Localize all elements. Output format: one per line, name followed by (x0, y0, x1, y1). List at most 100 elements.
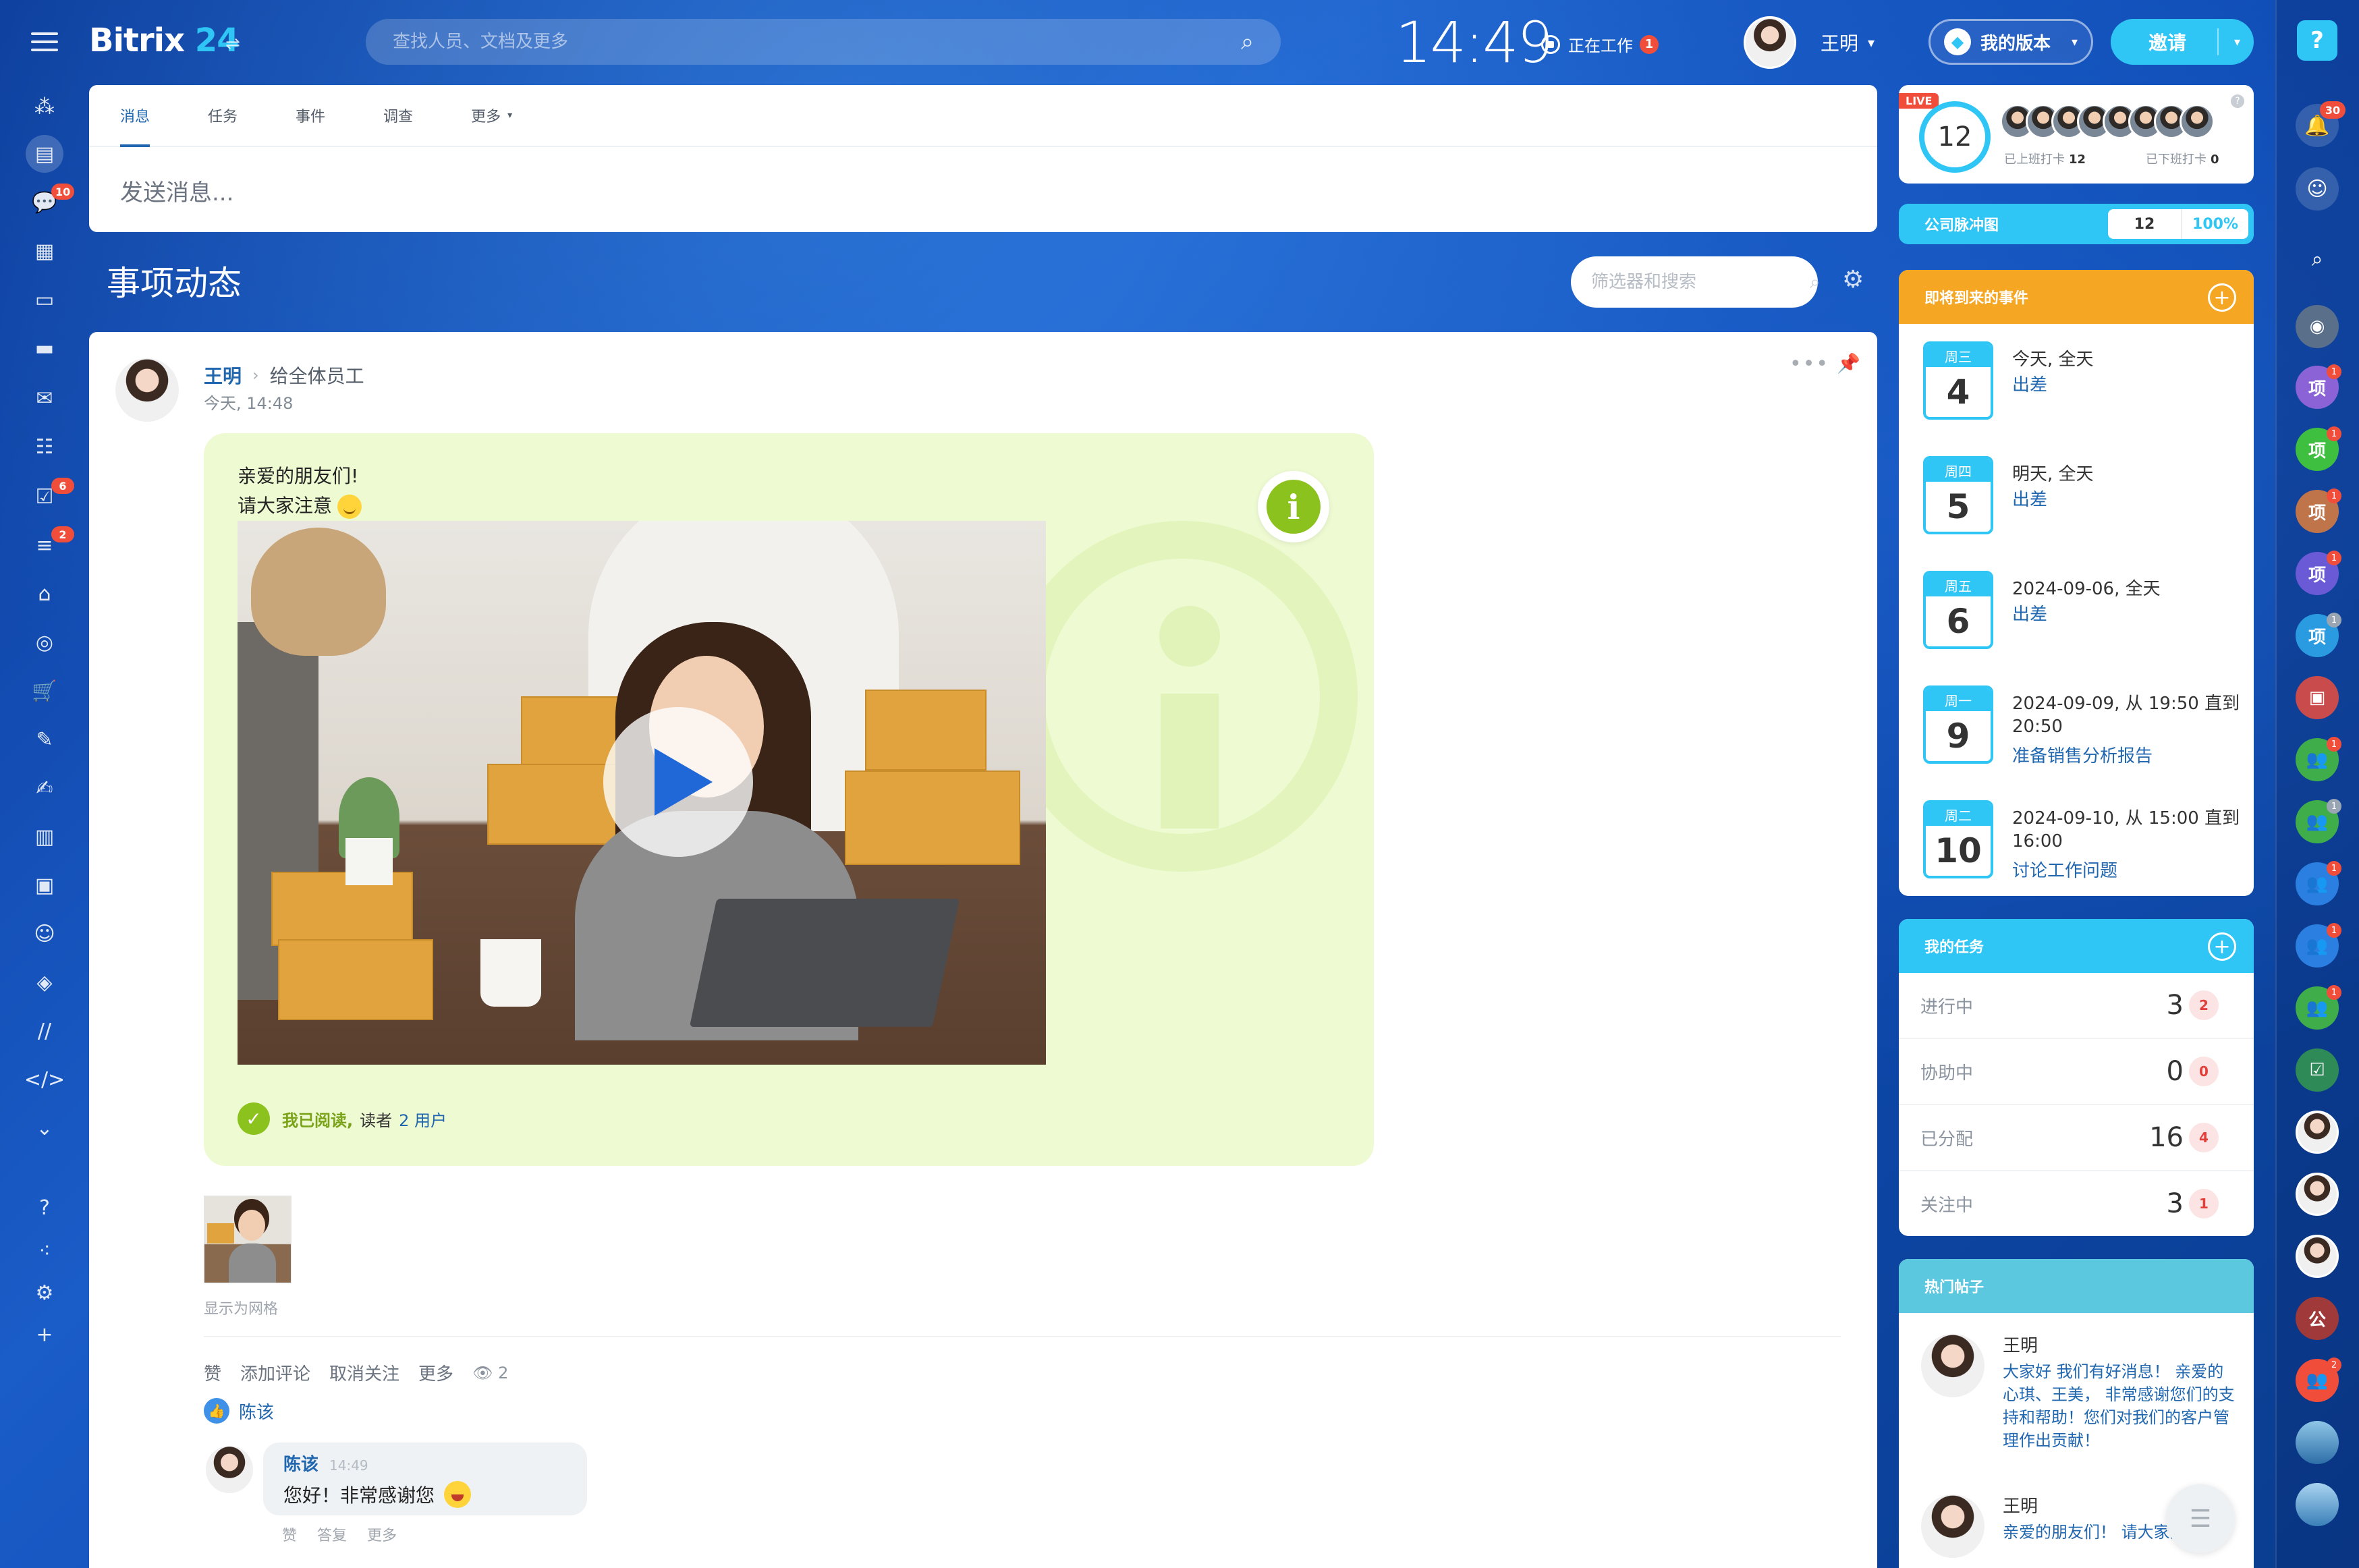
attached-image-thumbnail[interactable] (204, 1196, 292, 1283)
search-icon[interactable]: ⌕ (2296, 237, 2339, 281)
comment-more-button[interactable]: 更多 (367, 1523, 397, 1545)
video-player[interactable] (238, 521, 1046, 1065)
filter-input[interactable] (1591, 272, 1810, 292)
tab-poll[interactable]: 调查 (383, 85, 413, 146)
send-message-input[interactable]: 发送消息... (89, 147, 1877, 234)
tab-event[interactable]: 事件 (296, 85, 325, 146)
gear-icon[interactable]: ⚙ (1842, 266, 1864, 293)
play-icon[interactable] (603, 707, 753, 857)
help-icon[interactable]: ? (2231, 94, 2244, 108)
add-task-icon[interactable]: + (2208, 932, 2236, 961)
rail-help-icon[interactable]: ? (28, 1192, 61, 1224)
post-time[interactable]: 今天, 14:48 (204, 390, 293, 414)
task-row[interactable]: 已分配 16 4 (1899, 1105, 2254, 1171)
comment-like-button[interactable]: 赞 (282, 1523, 297, 1545)
chat-contact-card[interactable]: ▣ (2296, 676, 2339, 719)
post-excerpt[interactable]: 大家好 我们有好消息！ 亲爱的心琪、王美， 非常感谢您们的支持和帮助！您们对我们… (2003, 1360, 2236, 1452)
read-label[interactable]: 我已阅读, (282, 1107, 353, 1131)
liker-name[interactable]: 陈该 (239, 1399, 274, 1424)
more-icon[interactable]: ••• (1789, 352, 1829, 376)
comment-reply-button[interactable]: 答复 (317, 1523, 347, 1545)
rail-target-icon[interactable]: ◎ (28, 626, 61, 659)
widget-title[interactable]: 即将到来的事件 (1924, 286, 2028, 308)
messenger-icon[interactable]: ☺ (2296, 167, 2339, 211)
rail-hr-icon[interactable]: ▣ (28, 869, 61, 901)
tab-more[interactable]: 更多 ▾ (471, 85, 512, 146)
rail-network-icon[interactable]: ⁖ (28, 1235, 61, 1267)
readers-link[interactable]: 2 用户 (399, 1107, 447, 1131)
event-item[interactable]: 周五 6 2024-09-06, 全天 出差 (1899, 571, 2254, 679)
commenter-name[interactable]: 陈该 (283, 1455, 318, 1475)
task-row[interactable]: 进行中 3 2 (1899, 973, 2254, 1039)
check-icon[interactable]: ✓ (238, 1102, 270, 1135)
like-button[interactable]: 赞 (204, 1360, 221, 1385)
task-row[interactable]: 关注中 3 1 (1899, 1171, 2254, 1236)
pin-icon[interactable]: 📌 (1837, 352, 1860, 374)
widget-title[interactable]: 我的任务 (1924, 935, 1984, 957)
chat-avatar[interactable] (2296, 1173, 2339, 1216)
add-comment-button[interactable]: 添加评论 (240, 1360, 310, 1385)
rail-groups-icon[interactable]: ☷ (28, 430, 61, 463)
global-search[interactable]: ⌕ (366, 19, 1281, 65)
tab-task[interactable]: 任务 (208, 85, 238, 146)
chat-avatar[interactable] (2296, 1421, 2339, 1464)
event-title[interactable]: 出差 (2012, 600, 2047, 625)
chat-company[interactable]: 公 (2296, 1297, 2339, 1340)
event-title[interactable]: 准备销售分析报告 (2012, 742, 2153, 767)
rail-calendar-icon[interactable]: ▦ (28, 235, 61, 267)
author-avatar[interactable] (113, 356, 181, 424)
more-button[interactable]: 更多 (418, 1360, 453, 1385)
invite-button[interactable]: 邀请 ▾ (2111, 19, 2254, 65)
chat-avatar[interactable]: ◉ (2296, 305, 2339, 348)
rail-docs-icon[interactable]: ▭ (28, 283, 61, 316)
work-status[interactable]: 正在工作 1 (1541, 32, 1659, 56)
event-item[interactable]: 周四 5 明天, 全天 出差 (1899, 456, 2254, 564)
scroll-menu-icon[interactable]: ☰ (2166, 1484, 2235, 1553)
search-input[interactable] (393, 32, 1241, 52)
menu-burger-icon[interactable] (31, 32, 58, 54)
author-name[interactable]: 王明 (204, 362, 242, 389)
chat-avatar[interactable] (2296, 1483, 2339, 1526)
rail-collab-icon[interactable]: ⁂ (28, 90, 61, 123)
user-menu[interactable]: 王明 ▾ (1744, 16, 1875, 69)
rail-dev-icon[interactable]: </> (24, 1063, 65, 1096)
search-icon[interactable]: ⌕ (1241, 28, 1254, 55)
rail-sign-icon[interactable]: ✍ (28, 772, 61, 804)
rail-feed-icon[interactable]: ▤ (26, 135, 63, 173)
help-icon[interactable]: ? (2297, 20, 2337, 61)
post-destination[interactable]: 给全体员工 (270, 362, 364, 389)
event-title[interactable]: 出差 (2012, 486, 2047, 511)
rail-cart-icon[interactable]: 🛒 (28, 675, 61, 707)
event-item[interactable]: 周二 10 2024-09-10, 从 15:00 直到 16:00 讨论工作问题 (1899, 800, 2254, 896)
chevron-down-icon[interactable]: ▾ (2234, 35, 2240, 49)
chat-avatar[interactable] (2296, 1111, 2339, 1154)
rail-bank-icon[interactable]: ⌂ (28, 578, 61, 610)
rail-box-icon[interactable]: ◈ (28, 966, 61, 999)
company-pulse[interactable]: 公司脉冲图 12 100% (1899, 204, 2254, 244)
my-version-button[interactable]: ◆ 我的版本 ▾ (1928, 19, 2093, 65)
unfollow-button[interactable]: 取消关注 (329, 1360, 399, 1385)
rail-add-icon[interactable]: + (28, 1318, 61, 1351)
event-item[interactable]: 周一 9 2024-09-09, 从 19:50 直到 20:50 准备销售分析报… (1899, 685, 2254, 793)
task-row[interactable]: 协助中 0 0 (1899, 1039, 2254, 1105)
add-event-icon[interactable]: + (2208, 283, 2236, 312)
feed-filter[interactable]: ⌕ (1571, 256, 1821, 308)
event-item[interactable]: 周三 4 今天, 全天 出差 (1899, 341, 2254, 449)
stafftrack-widget[interactable]: LIVE 12 已上班打卡 12 已下班打卡 0 ? (1899, 85, 2254, 184)
event-title[interactable]: 出差 (2012, 371, 2047, 396)
rail-mail-icon[interactable]: ✉ (28, 382, 61, 414)
rail-more-icon[interactable]: ⌄ (28, 1112, 61, 1144)
tab-message[interactable]: 消息 (120, 85, 150, 147)
logo[interactable]: Bitrix 24 (89, 22, 240, 59)
rail-market-icon[interactable]: // (28, 1015, 61, 1047)
rail-drive-icon[interactable]: ▬ (28, 332, 61, 364)
commenter-avatar[interactable] (204, 1444, 255, 1495)
rail-settings-icon[interactable]: ⚙ (28, 1277, 61, 1309)
chat-task-icon[interactable]: ☑ (2296, 1048, 2339, 1092)
search-icon[interactable]: ⌕ (1810, 271, 1821, 293)
chat-avatar[interactable] (2296, 1235, 2339, 1278)
rail-analytics-icon[interactable]: ▥ (28, 820, 61, 853)
show-as-grid-link[interactable]: 显示为网格 (204, 1297, 278, 1318)
rail-bot-icon[interactable]: ☺ (28, 918, 61, 950)
event-title[interactable]: 讨论工作问题 (2012, 857, 2117, 882)
